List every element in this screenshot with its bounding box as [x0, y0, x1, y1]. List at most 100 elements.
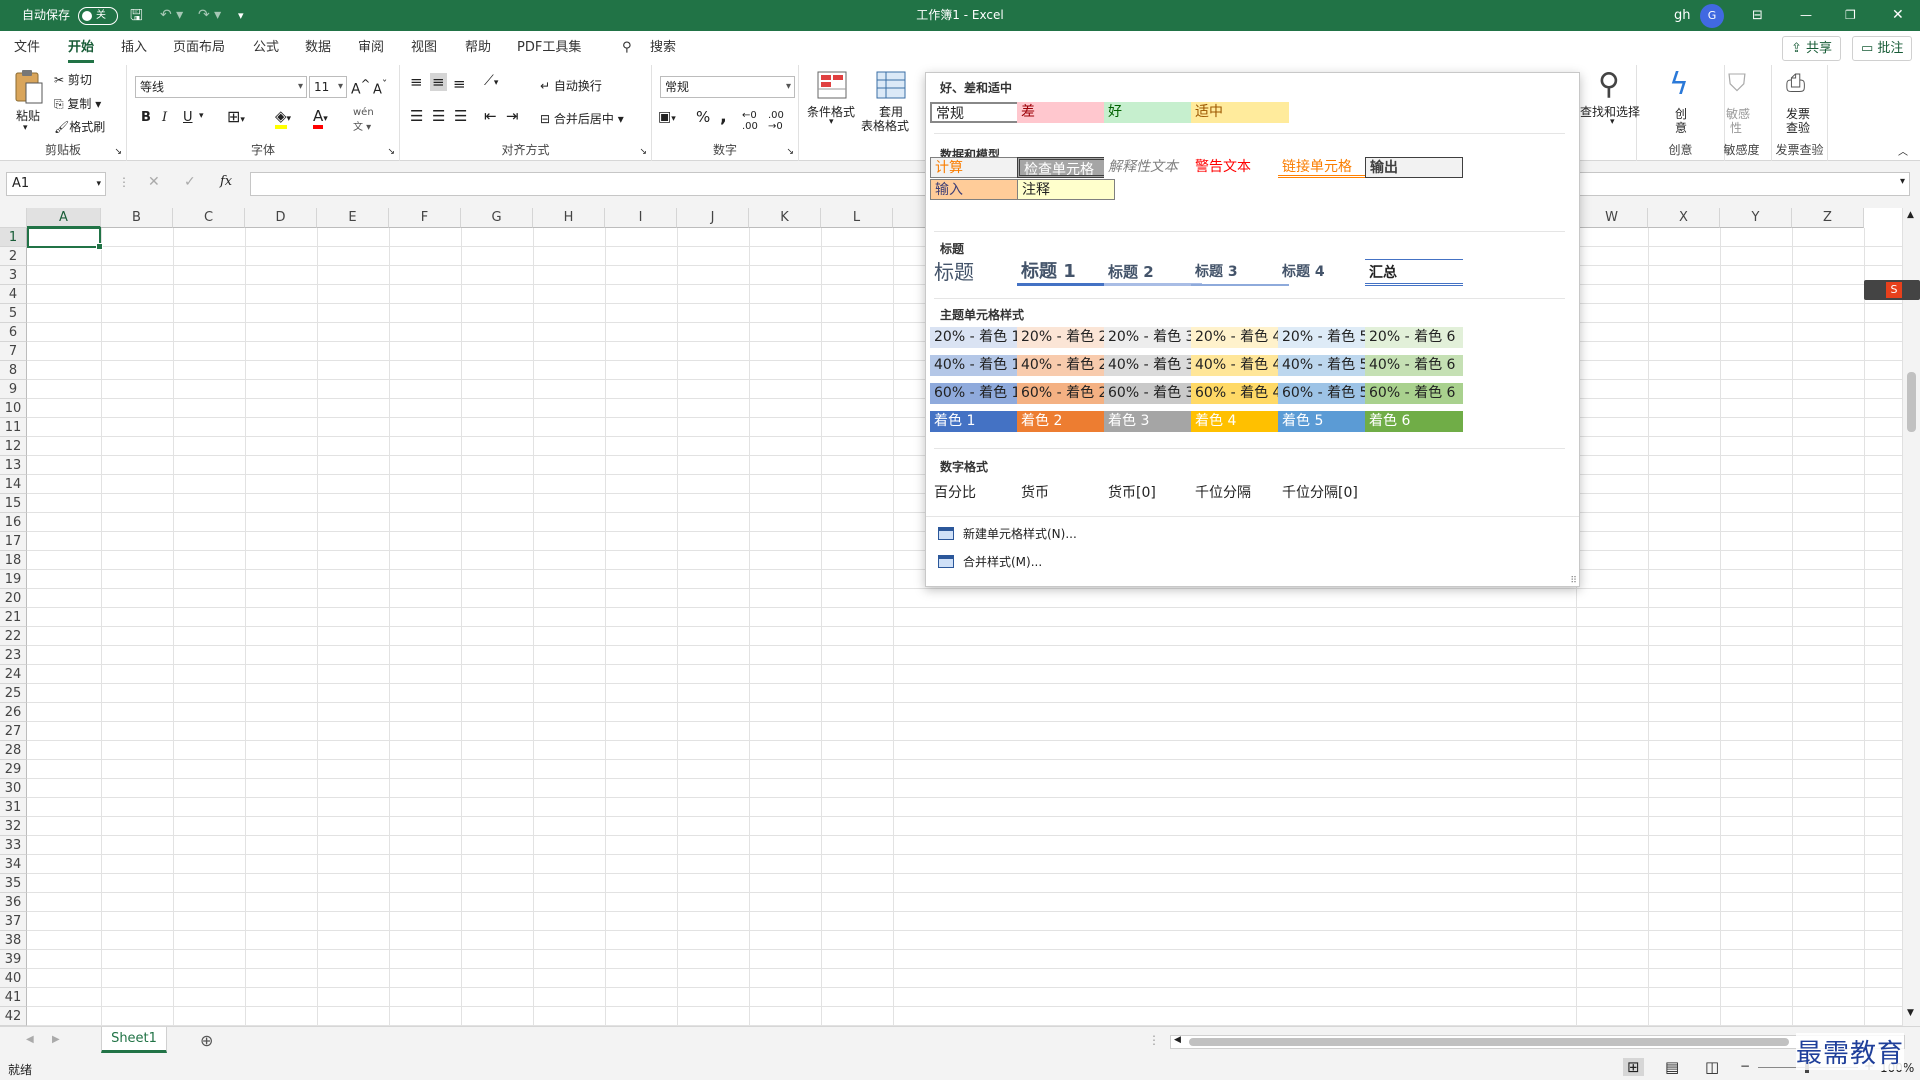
row-header-6[interactable]: 6 [0, 323, 27, 342]
save-icon[interactable]: 🖫 [130, 0, 143, 31]
sensitivity-icon[interactable]: ⛉ [1728, 69, 1746, 97]
merge-center-button[interactable]: ⊟ 合并后居中 ▾ [540, 110, 624, 127]
name-box[interactable]: A1 ▾ [6, 172, 106, 196]
row-header-39[interactable]: 39 [0, 950, 27, 969]
row-header-27[interactable]: 27 [0, 722, 27, 741]
italic-button[interactable]: I [162, 110, 167, 125]
format-table-label-2[interactable]: 表格格式 [861, 117, 909, 134]
lightning-icon[interactable]: ϟ [1669, 67, 1689, 102]
theme-style-3-2[interactable]: 着色 3 [1104, 411, 1202, 432]
grow-font-icon[interactable]: A^ [351, 77, 370, 98]
conditional-formatting-icon[interactable] [817, 71, 847, 99]
increase-decimal-icon[interactable]: ←0.00 [742, 110, 758, 132]
theme-style-2-5[interactable]: 60% - 着色 6 [1365, 383, 1463, 404]
vertical-scrollbar[interactable]: ▲ ▼ [1902, 208, 1920, 1026]
increase-indent-icon[interactable]: ⇥ [506, 107, 519, 125]
tab-help[interactable]: 帮助 [465, 31, 491, 65]
style-3[interactable]: 适中 [1191, 102, 1289, 123]
sheet-tab-sheet1[interactable]: Sheet1 [101, 1027, 167, 1053]
theme-style-3-4[interactable]: 着色 5 [1278, 411, 1376, 432]
zoom-out-icon[interactable]: − [1740, 1059, 1750, 1073]
avatar[interactable]: G [1700, 0, 1724, 31]
tab-page-layout[interactable]: 页面布局 [173, 31, 225, 65]
row-header-20[interactable]: 20 [0, 589, 27, 608]
search-icon[interactable]: ⚲ [622, 31, 632, 65]
decrease-indent-icon[interactable]: ⇤ [484, 107, 497, 125]
dialog-launcher-icon[interactable]: ↘ [786, 147, 794, 157]
column-header-k[interactable]: K [749, 208, 821, 228]
collapse-ribbon-icon[interactable]: ︿ [1898, 143, 1908, 158]
column-header-a[interactable]: A [27, 208, 101, 228]
invoice-label-2[interactable]: 查验 [1786, 119, 1810, 136]
row-header-11[interactable]: 11 [0, 418, 27, 437]
number-style-2[interactable]: 货币[0] [1104, 483, 1202, 504]
phonetic-icon[interactable]: wén 文 ▾ [353, 107, 374, 133]
page-break-view-icon[interactable]: ◫ [1705, 1058, 1719, 1076]
align-center-icon[interactable]: ☰ [432, 107, 445, 125]
font-name-combo[interactable]: 等线 [135, 76, 307, 98]
format-painter-button[interactable]: 🖌格式刷 [54, 118, 105, 135]
theme-style-3-5[interactable]: 着色 6 [1365, 411, 1463, 432]
prev-sheet-icon[interactable]: ◀ [26, 1034, 34, 1045]
title-style-2[interactable]: 标题 2 [1104, 259, 1202, 286]
expand-formula-icon[interactable]: ▾ [1900, 176, 1905, 187]
theme-style-0-0[interactable]: 20% - 着色 1 [930, 327, 1028, 348]
scroll-up-icon[interactable]: ▲ [1907, 210, 1914, 220]
row-header-31[interactable]: 31 [0, 798, 27, 817]
row-header-12[interactable]: 12 [0, 437, 27, 456]
dialog-launcher-icon[interactable]: ↘ [114, 147, 122, 157]
comments-button[interactable]: ▭ 批注 [1852, 36, 1913, 61]
merge-styles-item[interactable]: 合并样式(M)... [938, 553, 1042, 570]
h-scroll-thumb[interactable] [1189, 1038, 1789, 1046]
theme-style-1-5[interactable]: 40% - 着色 6 [1365, 355, 1463, 376]
next-sheet-icon[interactable]: ▶ [52, 1034, 60, 1045]
row-header-2[interactable]: 2 [0, 247, 27, 266]
title-style-0[interactable]: 标题 [930, 259, 1028, 286]
theme-style-1-1[interactable]: 40% - 着色 2 [1017, 355, 1115, 376]
theme-style-2-2[interactable]: 60% - 着色 3 [1104, 383, 1202, 404]
align-bottom-icon[interactable]: ≡ [453, 75, 466, 93]
enter-icon[interactable]: ✓ [184, 174, 196, 190]
theme-style-0-2[interactable]: 20% - 着色 3 [1104, 327, 1202, 348]
row-header-7[interactable]: 7 [0, 342, 27, 361]
tab-home[interactable]: 开始 [68, 31, 95, 65]
data-style-5[interactable]: 输出 [1365, 157, 1463, 178]
tab-pdf-tools[interactable]: PDF工具集 [517, 31, 581, 65]
row-header-41[interactable]: 41 [0, 988, 27, 1007]
wrap-text-button[interactable]: ↵ 自动换行 [540, 77, 602, 94]
font-color-icon[interactable]: A▾ [313, 107, 328, 129]
search-box[interactable]: 搜索 [650, 31, 676, 65]
row-header-1[interactable]: 1 [0, 228, 27, 247]
column-header-d[interactable]: D [245, 208, 317, 228]
tab-file[interactable]: 文件 [14, 31, 40, 65]
column-header-f[interactable]: F [389, 208, 461, 228]
paste-icon[interactable] [12, 69, 46, 105]
percent-button[interactable]: % [696, 108, 710, 126]
theme-style-0-5[interactable]: 20% - 着色 6 [1365, 327, 1463, 348]
number-style-0[interactable]: 百分比 [930, 483, 1028, 504]
theme-style-1-2[interactable]: 40% - 着色 3 [1104, 355, 1202, 376]
row-header-32[interactable]: 32 [0, 817, 27, 836]
number-style-4[interactable]: 千位分隔[0] [1278, 483, 1388, 504]
align-top-icon[interactable]: ≡ [410, 73, 423, 91]
horizontal-scrollbar[interactable]: ◀ [1170, 1035, 1905, 1049]
title-style-5[interactable]: 汇总 [1365, 259, 1463, 286]
dialog-launcher-icon[interactable]: ↘ [639, 147, 647, 157]
borders-icon[interactable]: ⊞▾ [227, 107, 245, 126]
paste-dropdown-icon[interactable]: ▾ [23, 123, 28, 133]
column-header-g[interactable]: G [461, 208, 533, 228]
row-header-29[interactable]: 29 [0, 760, 27, 779]
row-header-14[interactable]: 14 [0, 475, 27, 494]
theme-style-3-3[interactable]: 着色 4 [1191, 411, 1289, 432]
normal-view-icon[interactable]: ⊞ [1623, 1058, 1644, 1076]
row-header-38[interactable]: 38 [0, 931, 27, 950]
customize-qat-icon[interactable]: ▾ [238, 0, 244, 31]
shrink-font-icon[interactable]: Aˇ [373, 78, 387, 97]
scroll-left-icon[interactable]: ◀ [1174, 1035, 1181, 1045]
decrease-decimal-icon[interactable]: .00 →0 [768, 110, 784, 132]
comma-button[interactable]: , [720, 106, 727, 127]
title-style-4[interactable]: 标题 4 [1278, 259, 1376, 286]
title-style-3[interactable]: 标题 3 [1191, 259, 1289, 286]
theme-style-2-1[interactable]: 60% - 着色 2 [1017, 383, 1115, 404]
accounting-icon[interactable]: ▣▾ [658, 109, 676, 125]
